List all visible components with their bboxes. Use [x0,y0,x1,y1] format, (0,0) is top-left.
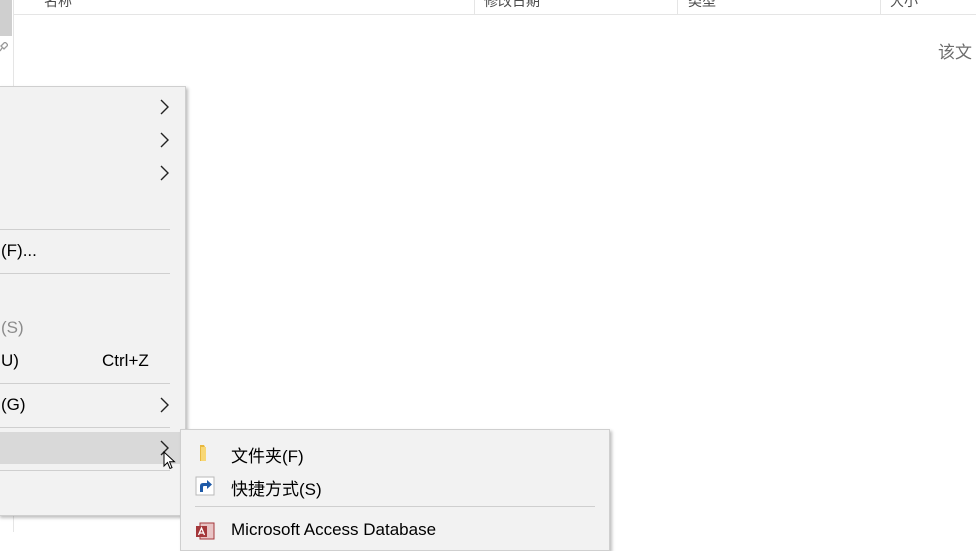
submenu-item-access-database[interactable]: Microsoft Access Database [181,514,609,546]
menu-item-label: (G) [1,395,26,414]
column-separator[interactable] [677,0,678,14]
menu-separator [0,470,170,471]
menu-item-label: (S) [1,318,24,337]
chevron-right-icon [160,99,169,115]
chevron-right-icon [160,132,169,148]
shortcut-icon [195,476,215,496]
context-menu: (F)... (S) U) Ctrl+Z (G) [0,86,186,516]
submenu-item-shortcut[interactable]: 快捷方式(S) [181,469,609,501]
menu-item-undo[interactable]: U) Ctrl+Z [0,345,185,377]
menu-item-label: U) [1,351,19,370]
menu-separator [0,383,170,384]
column-header-row: 名称 修改日期 类型 大小 [14,0,976,15]
column-type[interactable]: 类型 [688,0,716,11]
submenu-separator [195,506,595,507]
new-submenu: 文件夹(F) 快捷方式(S) Microsoft Access Database [180,429,610,551]
column-separator[interactable] [474,0,475,14]
menu-separator [0,229,170,230]
column-size[interactable]: 大小 [890,0,918,11]
menu-item-sort-by[interactable] [0,124,185,156]
submenu-item-label: 快捷方式(S) [231,480,322,499]
folder-icon [200,445,206,461]
menu-item-customize-folder[interactable]: (F)... [0,235,185,267]
menu-separator [0,427,170,428]
menu-item-shortcut: Ctrl+Z [102,351,149,370]
selected-nav-item[interactable] [0,0,12,36]
menu-item-new[interactable] [0,432,185,464]
empty-folder-message: 该文 [938,43,972,62]
menu-item-view[interactable] [0,91,185,123]
menu-item-paste-shortcut[interactable]: (S) [0,312,185,344]
chevron-right-icon [160,397,169,413]
column-date-modified[interactable]: 修改日期 [484,0,540,11]
menu-item-group-by[interactable] [0,157,185,189]
column-separator[interactable] [880,0,881,14]
access-database-icon [196,522,215,540]
pin-icon [0,42,8,52]
column-name[interactable]: 名称 [44,0,72,11]
submenu-item-label: 文件夹(F) [231,447,304,466]
menu-item-give-access[interactable]: (G) [0,389,185,421]
chevron-right-icon [160,165,169,181]
mouse-pointer-icon [163,451,176,470]
menu-item-label: (F)... [1,241,37,260]
menu-separator [0,273,170,274]
submenu-item-label: Microsoft Access Database [231,520,437,539]
submenu-item-folder[interactable]: 文件夹(F) [181,436,609,468]
